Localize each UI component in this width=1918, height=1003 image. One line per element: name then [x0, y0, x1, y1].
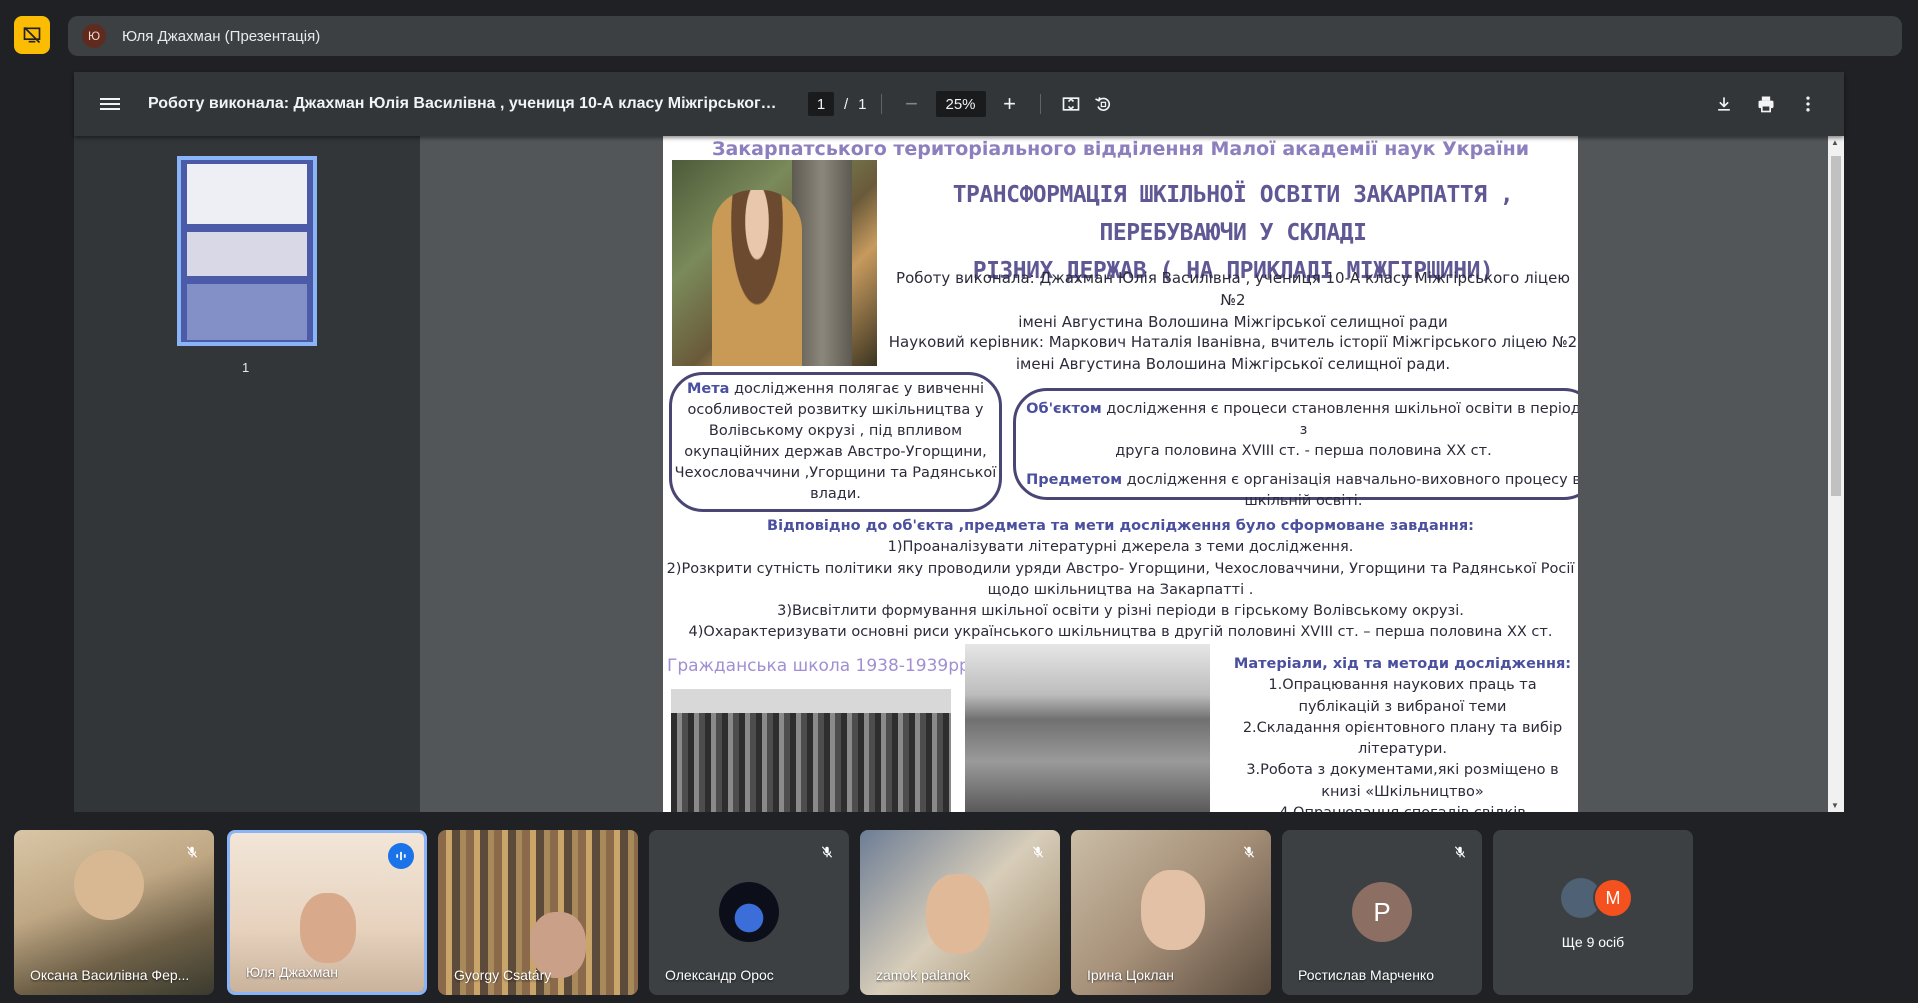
stop-presenting-icon[interactable] [14, 16, 50, 54]
mic-off-icon [182, 842, 202, 862]
scrollbar-thumb[interactable] [1831, 156, 1841, 496]
object-subject-box: Об'єктом дослідження є процеси становлен… [1013, 388, 1578, 509]
more-participants-tile[interactable]: M Ще 9 осіб [1493, 830, 1693, 995]
participant-name: Олександр Орос [665, 967, 774, 983]
header-line: Закарпатського територіального відділенн… [711, 138, 1530, 160]
print-icon[interactable] [1750, 88, 1782, 120]
participant-tile[interactable]: Олександр Орос [649, 830, 849, 995]
mic-off-icon [1450, 842, 1470, 862]
goal-box: Мета дослідження полягає у вивченні особ… [669, 372, 1002, 512]
fit-page-icon[interactable] [1055, 88, 1087, 120]
participant-tile[interactable]: Оксана Василівна Фер... [14, 830, 214, 995]
zoom-level-input[interactable]: 25% [935, 91, 986, 117]
village-photo [965, 644, 1210, 812]
school-group-photo [671, 689, 951, 812]
page-indicator: 1 / 1 [808, 92, 867, 116]
participant-name: Ірина Цоклан [1087, 967, 1175, 983]
meeting-top-bar: Ю Юля Джахман (Презентація) [0, 0, 1918, 66]
presenter-bar[interactable]: Ю Юля Джахман (Презентація) [68, 16, 1902, 56]
participant-name: Gyorgy Csatáry [454, 967, 552, 983]
mic-off-icon [817, 842, 837, 862]
mic-off-icon [1028, 842, 1048, 862]
participant-name: Юля Джахман [246, 964, 338, 980]
author-photo [672, 160, 877, 366]
participant-name: Оксана Василівна Фер... [30, 967, 190, 983]
thumbnail-sidebar: 1 [74, 136, 420, 812]
toolbar-divider [1039, 94, 1041, 114]
pdf-toolbar: Роботу виконала: Джахман Юлія Василівна … [74, 72, 1844, 136]
supervisor-info: Науковий керівник: Маркович Наталія Іван… [888, 333, 1578, 373]
participant-tile[interactable]: Р Ростислав Марченко [1282, 830, 1482, 995]
rotate-icon[interactable] [1087, 88, 1119, 120]
more-options-icon[interactable] [1792, 88, 1824, 120]
participant-name: Ростислав Марченко [1298, 967, 1434, 983]
zoom-out-button[interactable]: − [896, 88, 928, 120]
toolbar-divider [880, 94, 882, 114]
methods-section: Матеріали, хід та методи дослідження: 1.… [1233, 656, 1572, 812]
document-area[interactable]: Закарпатського територіального відділенн… [420, 136, 1844, 812]
page-thumbnail[interactable] [177, 156, 317, 346]
participant-tile[interactable]: zamok palanok [860, 830, 1060, 995]
vertical-scrollbar[interactable]: ▲ ▼ [1828, 136, 1844, 812]
download-icon[interactable] [1708, 88, 1740, 120]
participant-tiles: Оксана Василівна Фер... Юля Джахман Gyor… [0, 830, 1918, 1003]
thumbnail-content [187, 232, 307, 276]
author-info: Роботу виконала: Джахман Юлія Василівна … [896, 269, 1570, 331]
pdf-viewer: Роботу виконала: Джахман Юлія Василівна … [74, 72, 1844, 812]
participant-tile-speaking[interactable]: Юля Джахман [227, 830, 427, 995]
pdf-page: Закарпатського територіального відділенн… [663, 136, 1578, 812]
presenter-label: Юля Джахман (Презентація) [122, 27, 321, 45]
tasks-section: Відповідно до об'єкта ,предмета та мети … [666, 518, 1575, 641]
menu-icon[interactable] [98, 92, 122, 116]
page-number-input[interactable]: 1 [808, 92, 834, 116]
thumbnail-content [187, 164, 307, 224]
more-participants-label: Ще 9 осіб [1561, 934, 1625, 950]
thumbnail-label: 1 [242, 360, 250, 375]
zoom-in-button[interactable]: + [994, 88, 1026, 120]
thumbnail-content [187, 284, 307, 340]
page-total: 1 [858, 95, 867, 113]
participant-name: zamok palanok [876, 967, 971, 983]
participant-avatar: Р [1352, 882, 1412, 942]
mic-off-icon [1239, 842, 1259, 862]
page-separator: / [844, 95, 849, 113]
scroll-up-icon[interactable]: ▲ [1831, 138, 1839, 147]
photo-caption: Гражданська школа 1938-1939рр [667, 656, 970, 676]
more-participants-avatars: M [1561, 878, 1641, 918]
participant-tile[interactable]: Gyorgy Csatáry [438, 830, 638, 995]
document-title: Роботу виконала: Джахман Юлія Василівна … [148, 95, 778, 112]
participant-avatar: M [1593, 878, 1633, 918]
scroll-down-icon[interactable]: ▼ [1831, 801, 1839, 810]
speaking-indicator-icon [388, 843, 414, 869]
participant-avatar [719, 882, 779, 942]
presenter-avatar: Ю [82, 24, 106, 48]
participant-tile[interactable]: Ірина Цоклан [1071, 830, 1271, 995]
